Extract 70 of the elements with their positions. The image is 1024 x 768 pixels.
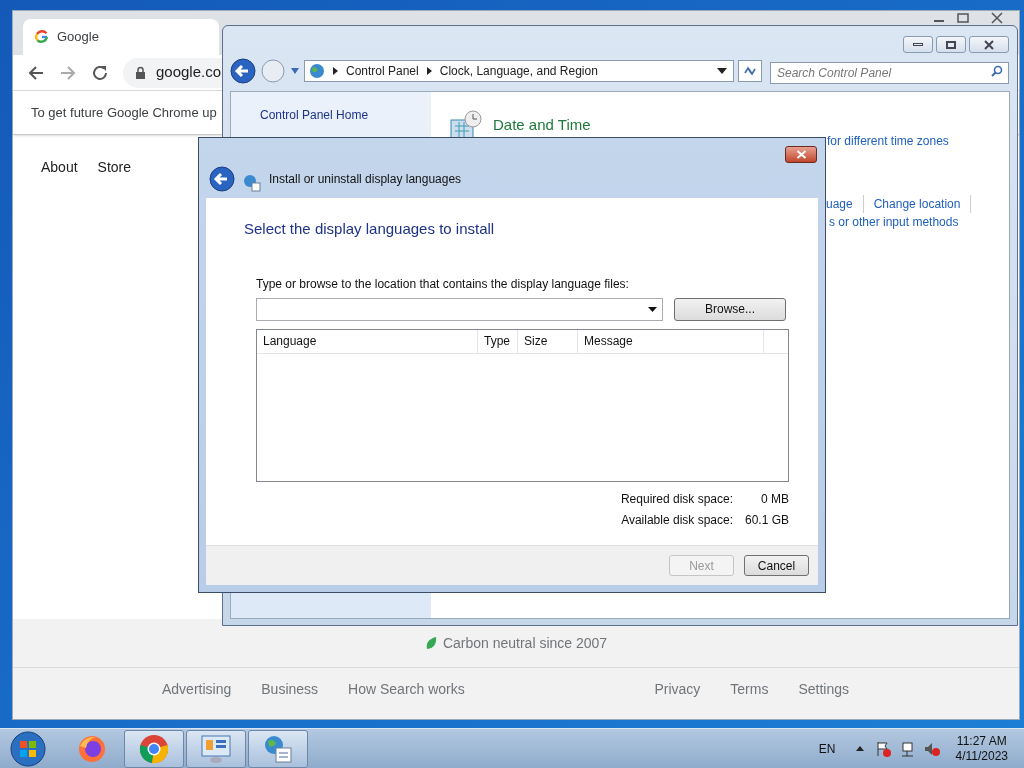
tab-title: Google xyxy=(57,28,99,47)
column-header[interactable]: Message xyxy=(578,329,764,353)
close-button[interactable] xyxy=(785,146,817,163)
disk-space-value: 0 MB xyxy=(760,490,789,508)
prompt-label: Type or browse to the location that contains the display language files: xyxy=(256,275,630,293)
breadcrumb-item[interactable]: Control Panel xyxy=(346,62,419,80)
back-button[interactable] xyxy=(209,166,235,192)
clock[interactable]: 11:27 AM 4/11/2023 xyxy=(955,733,1008,764)
footer-link[interactable]: How Search works xyxy=(348,679,465,700)
close-icon xyxy=(983,39,995,50)
section-link[interactable]: for different time zones xyxy=(827,132,949,150)
dialog-heading: Select the display languages to install xyxy=(244,219,496,239)
update-notice: To get future Google Chrome up xyxy=(31,103,217,122)
chevron-icon xyxy=(426,67,432,75)
taskbar-button[interactable] xyxy=(186,729,246,768)
disk-space-value: 60.1 GB xyxy=(743,511,789,529)
back-button[interactable] xyxy=(230,58,256,84)
footer-link[interactable]: Privacy xyxy=(654,679,701,700)
back-icon[interactable] xyxy=(27,63,45,82)
globe-document-icon xyxy=(243,174,261,192)
reload-icon[interactable] xyxy=(91,63,109,82)
footer-link[interactable]: Settings xyxy=(798,679,849,700)
network-icon[interactable] xyxy=(899,740,916,757)
dropdown-arrow-icon xyxy=(648,306,657,312)
breadcrumb-item[interactable]: Clock, Language, and Region xyxy=(439,62,598,80)
footer-link[interactable]: Business xyxy=(261,679,319,700)
history-dropdown-icon[interactable] xyxy=(290,67,300,75)
lock-icon xyxy=(135,66,146,79)
taskbar-button[interactable] xyxy=(248,729,308,768)
dialog-title: Install or uninstall display languages xyxy=(269,171,462,188)
start-button[interactable] xyxy=(8,730,48,767)
nav-link[interactable]: About xyxy=(41,157,78,178)
nav-link[interactable]: Store xyxy=(97,157,132,178)
browse-button[interactable]: Browse... xyxy=(674,297,786,321)
dropdown-arrow-icon[interactable] xyxy=(717,68,727,74)
firefox-icon xyxy=(77,733,107,764)
refresh-button[interactable] xyxy=(738,60,762,82)
column-header[interactable]: Size xyxy=(518,329,578,353)
carbon-note: Carbon neutral since 2007 xyxy=(442,633,608,653)
section-title[interactable]: Date and Time xyxy=(493,113,591,137)
minimize-button[interactable] xyxy=(903,36,933,53)
language-indicator[interactable]: EN xyxy=(818,739,836,758)
column-header[interactable]: Type xyxy=(478,329,518,353)
chevron-icon xyxy=(333,67,338,75)
maximize-button[interactable] xyxy=(936,36,966,53)
chrome-icon xyxy=(138,732,170,765)
taskbar-button[interactable] xyxy=(124,729,184,768)
leaf-icon xyxy=(424,636,437,650)
address-bar[interactable]: Control Panel Clock, Language, and Region xyxy=(304,60,734,82)
flag-icon[interactable] xyxy=(875,740,892,757)
section-link[interactable]: Change location xyxy=(873,195,972,213)
footer-link[interactable]: Advertising xyxy=(162,679,232,700)
close-icon xyxy=(795,150,807,159)
browser-tab[interactable]: Google xyxy=(23,19,219,55)
sidebar-link[interactable]: Control Panel Home xyxy=(260,106,431,124)
dialog-button[interactable]: Cancel xyxy=(744,555,809,576)
calendar-clock-icon xyxy=(449,110,483,140)
section-link[interactable]: s or other input methods xyxy=(829,213,959,231)
control-panel-icon xyxy=(200,733,232,764)
disk-space-label: Required disk space: xyxy=(620,490,733,508)
google-logo-icon xyxy=(35,30,49,44)
globe-document-icon xyxy=(262,733,294,764)
disk-space-label: Available disk space: xyxy=(621,511,733,529)
search-field[interactable]: Search Control Panel xyxy=(770,62,1009,84)
footer-link[interactable]: Terms xyxy=(730,679,769,700)
column-header[interactable]: Language xyxy=(257,329,478,353)
close-button[interactable] xyxy=(969,36,1009,53)
globe-icon xyxy=(309,63,325,79)
caret-icon[interactable] xyxy=(855,746,864,751)
search-icon[interactable] xyxy=(991,65,1003,77)
